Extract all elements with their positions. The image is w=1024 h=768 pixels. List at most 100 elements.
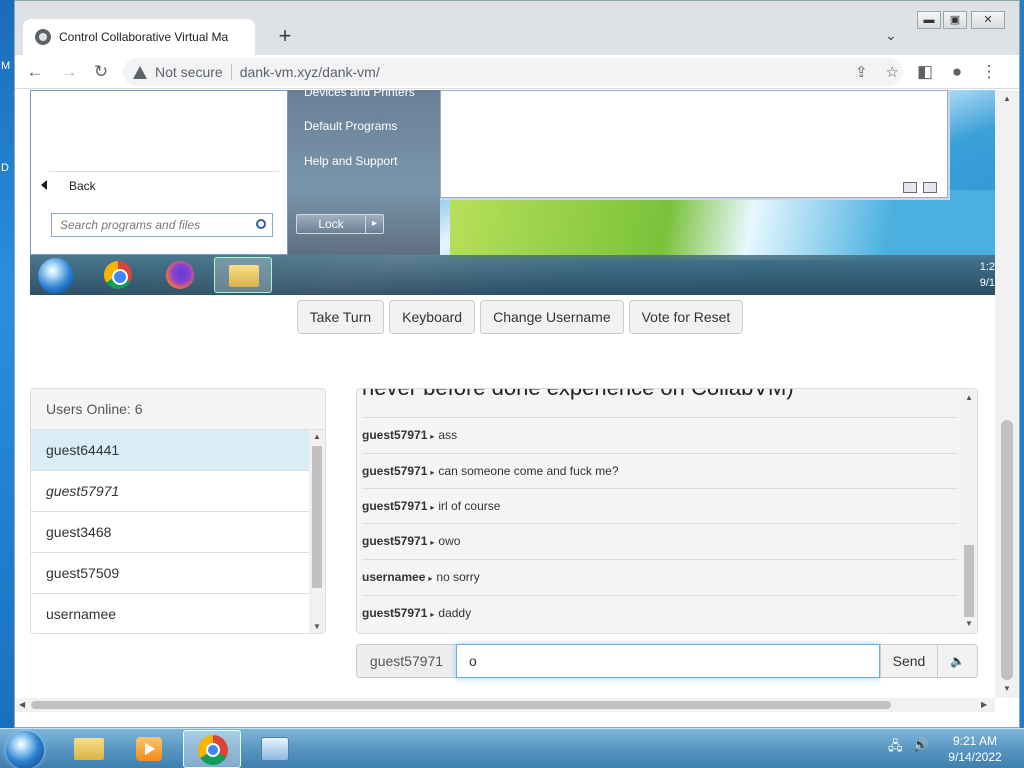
vm-start-back[interactable]: Back <box>41 179 96 193</box>
minimize-button[interactable]: ▬ <box>917 11 941 29</box>
send-button[interactable]: Send <box>880 644 938 678</box>
scroll-down-icon[interactable]: ▼ <box>965 619 973 628</box>
address-bar[interactable]: Not secure dank-vm.xyz/dank-vm/ ⇪ ☆ <box>123 58 903 86</box>
page-horizontal-scrollbar[interactable]: ◀ ▶ <box>15 698 995 712</box>
taskbar-control-panel[interactable] <box>245 730 303 768</box>
chat-message-text: ass <box>438 428 458 442</box>
browser-toolbar: ← → ↻ Not secure dank-vm.xyz/dank-vm/ ⇪ … <box>15 55 1019 89</box>
firefox-icon[interactable] <box>166 261 194 289</box>
media-player-icon <box>136 737 162 761</box>
vm-start-menu-links: Devices and Printers Default Programs He… <box>288 90 440 255</box>
taskbar-explorer[interactable] <box>60 730 118 768</box>
scrollbar-thumb[interactable] <box>312 446 322 588</box>
close-button[interactable]: ✕ <box>971 11 1005 29</box>
browser-tab[interactable]: Control Collaborative Virtual Ma <box>23 19 255 55</box>
folder-icon <box>74 738 104 760</box>
vm-controls: Take Turn Keyboard Change Username Vote … <box>15 300 995 334</box>
security-status[interactable]: Not secure <box>155 64 223 80</box>
maximize-button[interactable]: ▣ <box>943 11 967 29</box>
network-icon[interactable]: 🖧 <box>888 737 903 759</box>
scrollbar-thumb[interactable] <box>31 701 891 709</box>
scrollbar-thumb[interactable] <box>964 545 974 617</box>
scroll-up-icon[interactable]: ▲ <box>1003 94 1011 103</box>
vote-reset-button[interactable]: Vote for Reset <box>628 300 744 334</box>
url-text[interactable]: dank-vm.xyz/dank-vm/ <box>240 64 380 80</box>
globe-icon <box>35 29 51 45</box>
vm-clock-time: 1:2 <box>979 261 995 273</box>
taskbar-chrome[interactable] <box>183 730 241 768</box>
tab-strip: Control Collaborative Virtual Ma + ⌄ ▬ ▣… <box>15 1 1019 55</box>
user-list-item[interactable]: usernamee <box>31 594 310 633</box>
chat-username: guest57971 <box>362 534 428 548</box>
chat-message-text: never before done experience on CollabVM… <box>362 389 794 401</box>
change-username-button[interactable]: Change Username <box>480 300 624 334</box>
desktop-icon-label: D <box>1 162 9 174</box>
scroll-down-icon[interactable]: ▼ <box>313 622 321 631</box>
folder-icon <box>229 265 259 287</box>
control-panel-icon <box>261 737 289 761</box>
menu-kebab-icon[interactable]: ⋮ <box>977 61 1001 83</box>
taskbar: 🖧 🔊 9:21 AM 9/14/2022 <box>0 728 1024 768</box>
vm-explorer-window[interactable] <box>440 90 948 198</box>
vm-start-search[interactable]: Search programs and files <box>51 213 273 237</box>
chat-message: guest57971 ▸ irl of course <box>362 488 958 524</box>
users-online-header: Users Online: 6 <box>31 389 325 430</box>
caret-right-icon: ▸ <box>430 468 435 477</box>
windows-start-orb-icon[interactable] <box>38 258 74 294</box>
back-arrow-icon[interactable]: ← <box>23 61 47 83</box>
vm-start-menu-programs: Back Search programs and files <box>30 90 288 255</box>
scroll-right-icon[interactable]: ▶ <box>981 700 987 709</box>
divider <box>49 171 279 172</box>
chat-input[interactable]: o <box>456 644 880 678</box>
forward-arrow-icon[interactable]: → <box>57 61 81 83</box>
vm-taskbar: 1:2 9/1 <box>30 255 995 295</box>
caret-right-icon: ▸ <box>430 503 435 512</box>
profile-avatar-icon[interactable]: ● <box>945 61 969 83</box>
chrome-icon[interactable] <box>104 261 132 289</box>
users-scrollbar[interactable]: ▲ ▼ <box>309 430 325 633</box>
user-list-item[interactable]: guest64441 <box>31 430 310 471</box>
take-turn-button[interactable]: Take Turn <box>296 300 385 334</box>
taskbar-clock[interactable]: 9:21 AM 9/14/2022 <box>940 733 1010 765</box>
keyboard-button[interactable]: Keyboard <box>389 300 476 334</box>
scroll-left-icon[interactable]: ◀ <box>19 700 25 709</box>
vm-taskbar-explorer[interactable] <box>214 257 272 293</box>
system-tray: 🖧 🔊 <box>888 737 929 759</box>
page-vertical-scrollbar[interactable]: ▲ ▼ <box>995 90 1019 698</box>
tab-search-chevron-icon[interactable]: ⌄ <box>885 27 897 44</box>
arrow-right-icon[interactable]: ▸ <box>365 215 383 233</box>
chat-username-addon: guest57971 <box>356 644 456 678</box>
web-page: Back Search programs and files Devices a… <box>15 90 995 698</box>
lock-label: Lock <box>318 217 344 231</box>
taskbar-media-player[interactable] <box>120 730 178 768</box>
chat-username: guest57971 <box>362 606 428 620</box>
chat-message: guest57971 ▸ daddy <box>362 595 958 631</box>
scroll-down-icon[interactable]: ▼ <box>1003 684 1011 693</box>
vm-display[interactable]: Back Search programs and files Devices a… <box>30 90 995 295</box>
reload-icon[interactable]: ↻ <box>89 61 113 83</box>
star-icon[interactable]: ☆ <box>886 63 899 81</box>
user-list-item[interactable]: guest3468 <box>31 512 310 553</box>
user-list-item[interactable]: guest57509 <box>31 553 310 594</box>
side-panel-icon[interactable]: ◧ <box>913 61 937 83</box>
speaker-icon[interactable]: 🔈 <box>938 644 978 678</box>
scroll-up-icon[interactable]: ▲ <box>965 393 973 402</box>
vm-start-link-devices[interactable]: Devices and Printers <box>304 90 415 99</box>
scrollbar-thumb[interactable] <box>1001 420 1013 680</box>
vm-lock-button[interactable]: Lock ▸ <box>296 214 384 234</box>
chat-username: guest57971 <box>362 499 428 513</box>
new-tab-button[interactable]: + <box>273 23 297 49</box>
volume-icon[interactable]: 🔊 <box>913 737 929 759</box>
vm-start-link-default-programs[interactable]: Default Programs <box>304 119 397 133</box>
scroll-up-icon[interactable]: ▲ <box>313 432 321 441</box>
user-list-item[interactable]: guest57971 <box>31 471 310 512</box>
details-view-icon[interactable] <box>903 182 917 193</box>
vm-start-link-help[interactable]: Help and Support <box>304 154 397 168</box>
chat-username: guest57971 <box>362 428 428 442</box>
tab-title: Control Collaborative Virtual Ma <box>59 30 229 44</box>
chat-message-text: can someone come and fuck me? <box>438 464 619 478</box>
chat-scrollbar[interactable]: ▲ ▼ <box>961 389 977 633</box>
preview-pane-icon[interactable] <box>923 182 937 193</box>
share-icon[interactable]: ⇪ <box>855 63 868 81</box>
windows-start-orb-icon[interactable] <box>6 731 44 768</box>
